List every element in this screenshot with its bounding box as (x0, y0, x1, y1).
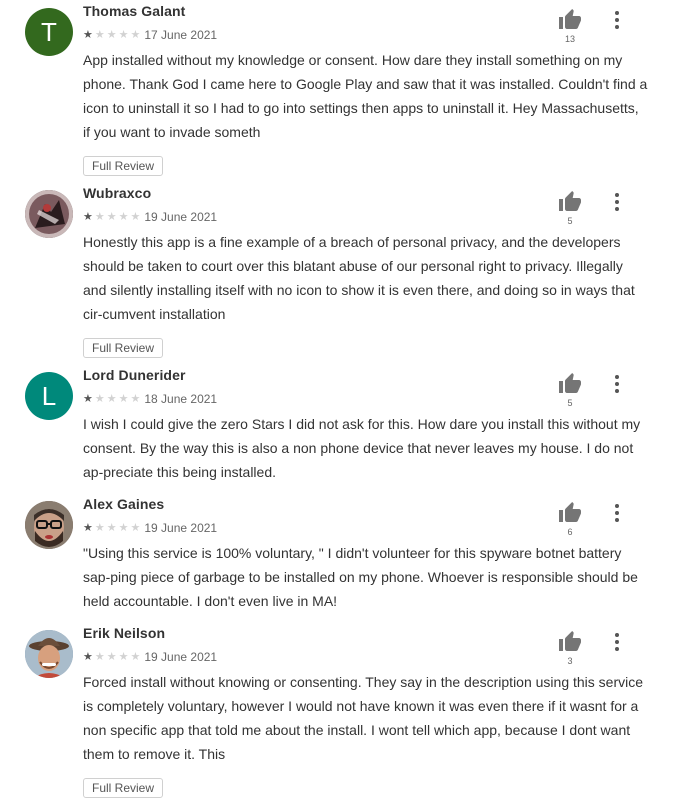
review-text: App installed without my knowledge or co… (83, 52, 648, 140)
helpful-count: 13 (564, 34, 575, 44)
review-text: Honestly this app is a fine example of a… (83, 234, 635, 322)
avatar[interactable] (25, 501, 73, 549)
star-empty-icon: ★ (94, 650, 105, 663)
review-date: 19 June 2021 (144, 650, 218, 664)
full-review-button[interactable]: Full Review (83, 156, 164, 176)
thumbs-up-icon[interactable] (557, 372, 583, 396)
reviewer-name[interactable]: Erik Neilson (83, 625, 165, 641)
star-empty-icon: ★ (118, 28, 129, 41)
avatar-letter: L (41, 380, 57, 411)
star-empty-icon: ★ (106, 650, 117, 663)
more-options-icon[interactable] (610, 632, 624, 652)
star-empty-icon: ★ (130, 392, 141, 405)
rating-stars: ★ ★ ★ ★ ★ 17 June 2021 (83, 27, 217, 43)
avatar-photo-icon (25, 630, 73, 678)
star-empty-icon: ★ (130, 210, 141, 223)
star-empty-icon: ★ (118, 392, 129, 405)
helpful-count: 5 (567, 398, 573, 408)
thumbs-up-icon[interactable] (557, 501, 583, 525)
star-empty-icon: ★ (118, 521, 129, 534)
review-date: 19 June 2021 (144, 521, 218, 535)
full-review-button[interactable]: Full Review (83, 778, 164, 798)
star-empty-icon: ★ (130, 650, 141, 663)
thumbs-up-icon[interactable] (557, 190, 583, 214)
review-text: Forced install without knowing or consen… (83, 674, 644, 762)
more-options-icon[interactable] (610, 192, 624, 212)
star-filled-icon: ★ (83, 28, 93, 41)
rating-stars: ★ ★ ★ ★ ★ 19 June 2021 (83, 649, 217, 665)
avatar[interactable]: T (25, 8, 73, 56)
rating-stars: ★ ★ ★ ★ ★ 19 June 2021 (83, 520, 217, 536)
avatar[interactable] (25, 630, 73, 678)
rating-stars: ★ ★ ★ ★ ★ 19 June 2021 (83, 209, 217, 225)
star-empty-icon: ★ (130, 521, 141, 534)
review-date: 17 June 2021 (144, 28, 218, 42)
star-empty-icon: ★ (94, 392, 105, 405)
star-empty-icon: ★ (94, 28, 105, 41)
review-text: "Using this service is 100% voluntary, "… (83, 545, 638, 609)
review-date: 18 June 2021 (144, 392, 218, 406)
avatar[interactable] (25, 190, 73, 238)
reviewer-name[interactable]: Wubraxco (83, 185, 151, 201)
full-review-button[interactable]: Full Review (83, 338, 164, 358)
reviewer-name[interactable]: Alex Gaines (83, 496, 164, 512)
star-filled-icon: ★ (83, 650, 93, 663)
more-options-icon[interactable] (610, 10, 624, 30)
avatar-photo-icon (25, 190, 73, 238)
star-empty-icon: ★ (106, 521, 117, 534)
review-date: 19 June 2021 (144, 210, 218, 224)
reviewer-name[interactable]: Lord Dunerider (83, 367, 186, 383)
star-empty-icon: ★ (106, 210, 117, 223)
helpful-count: 5 (567, 216, 573, 226)
thumbs-up-icon[interactable] (557, 630, 583, 654)
star-empty-icon: ★ (118, 210, 129, 223)
avatar[interactable]: L (25, 372, 73, 420)
star-empty-icon: ★ (94, 210, 105, 223)
rating-stars: ★ ★ ★ ★ ★ 18 June 2021 (83, 391, 217, 407)
avatar-photo-icon (25, 501, 73, 549)
review-text: I wish I could give the zero Stars I did… (83, 416, 641, 480)
star-filled-icon: ★ (83, 521, 93, 534)
star-filled-icon: ★ (83, 392, 93, 405)
helpful-count: 3 (567, 656, 573, 666)
avatar-letter: T (41, 16, 57, 47)
star-empty-icon: ★ (106, 392, 117, 405)
star-empty-icon: ★ (118, 650, 129, 663)
star-empty-icon: ★ (130, 28, 141, 41)
reviewer-name[interactable]: Thomas Galant (83, 3, 185, 19)
star-filled-icon: ★ (83, 210, 93, 223)
star-empty-icon: ★ (106, 28, 117, 41)
helpful-count: 6 (567, 527, 573, 537)
star-empty-icon: ★ (94, 521, 105, 534)
more-options-icon[interactable] (610, 374, 624, 394)
thumbs-up-icon[interactable] (557, 8, 583, 32)
more-options-icon[interactable] (610, 503, 624, 523)
